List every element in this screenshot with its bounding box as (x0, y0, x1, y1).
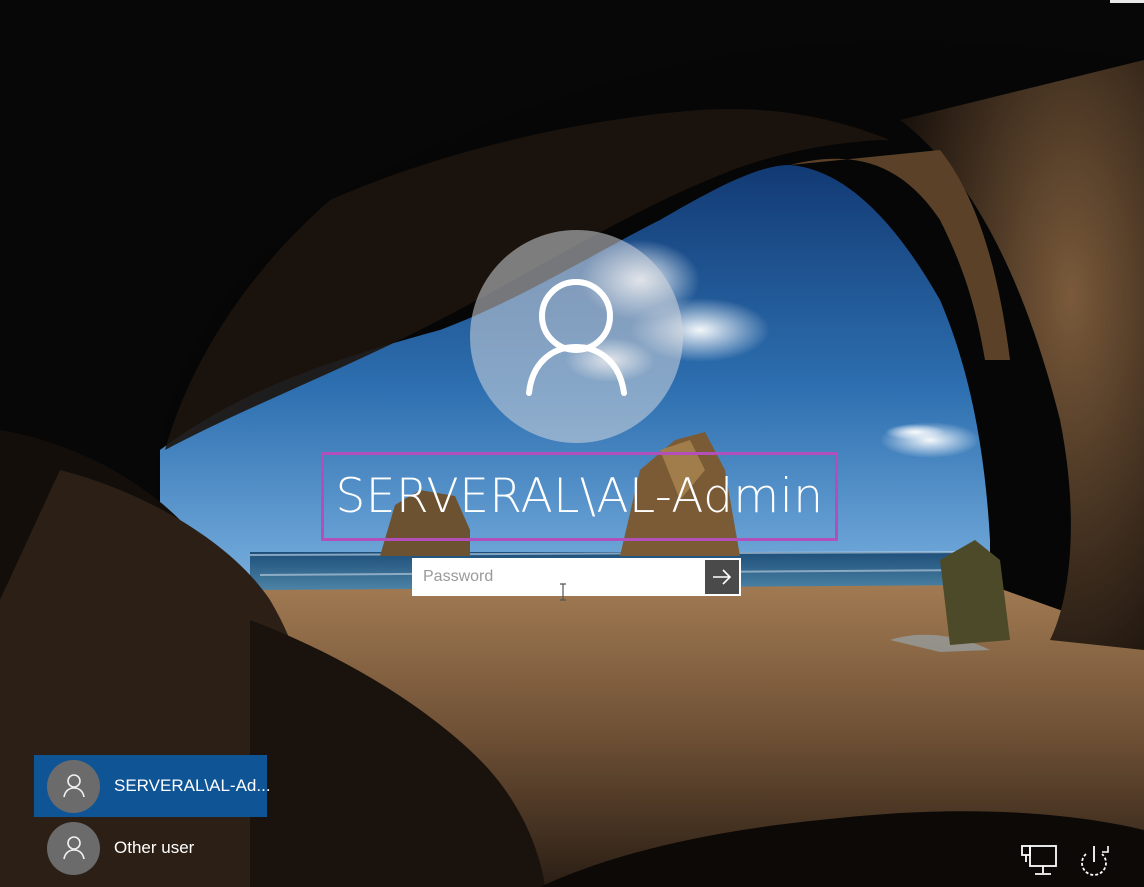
arrow-right-icon (713, 569, 732, 585)
user-icon (62, 836, 85, 860)
username-highlight-box: SERVERAL\AL-Admin (321, 452, 838, 541)
user-icon (62, 774, 85, 798)
user-tile-other-user[interactable]: Other user (34, 817, 267, 879)
network-icon[interactable] (1020, 842, 1060, 880)
user-avatar-large (470, 230, 683, 443)
power-icon[interactable] (1074, 842, 1114, 880)
background-wallpaper (0, 0, 1144, 887)
user-avatar-small (47, 759, 100, 813)
corner-indicator (1110, 0, 1144, 3)
password-field-container (412, 558, 741, 596)
user-avatar-small (47, 821, 100, 875)
username-label: SERVERAL\AL-Admin (335, 469, 824, 524)
user-switcher-list: SERVERAL\AL-Ad... Other user (34, 755, 271, 879)
user-tile-label: SERVERAL\AL-Ad... (114, 776, 271, 795)
text-cursor-icon (560, 583, 566, 601)
user-icon (526, 279, 627, 396)
submit-button[interactable] (704, 559, 740, 595)
user-tile-label: Other user (114, 838, 195, 857)
user-tile-current[interactable]: SERVERAL\AL-Ad... (34, 755, 271, 817)
lock-screen: SERVERAL\AL-Admin SERVERAL\AL-Ad... Othe… (0, 0, 1144, 887)
